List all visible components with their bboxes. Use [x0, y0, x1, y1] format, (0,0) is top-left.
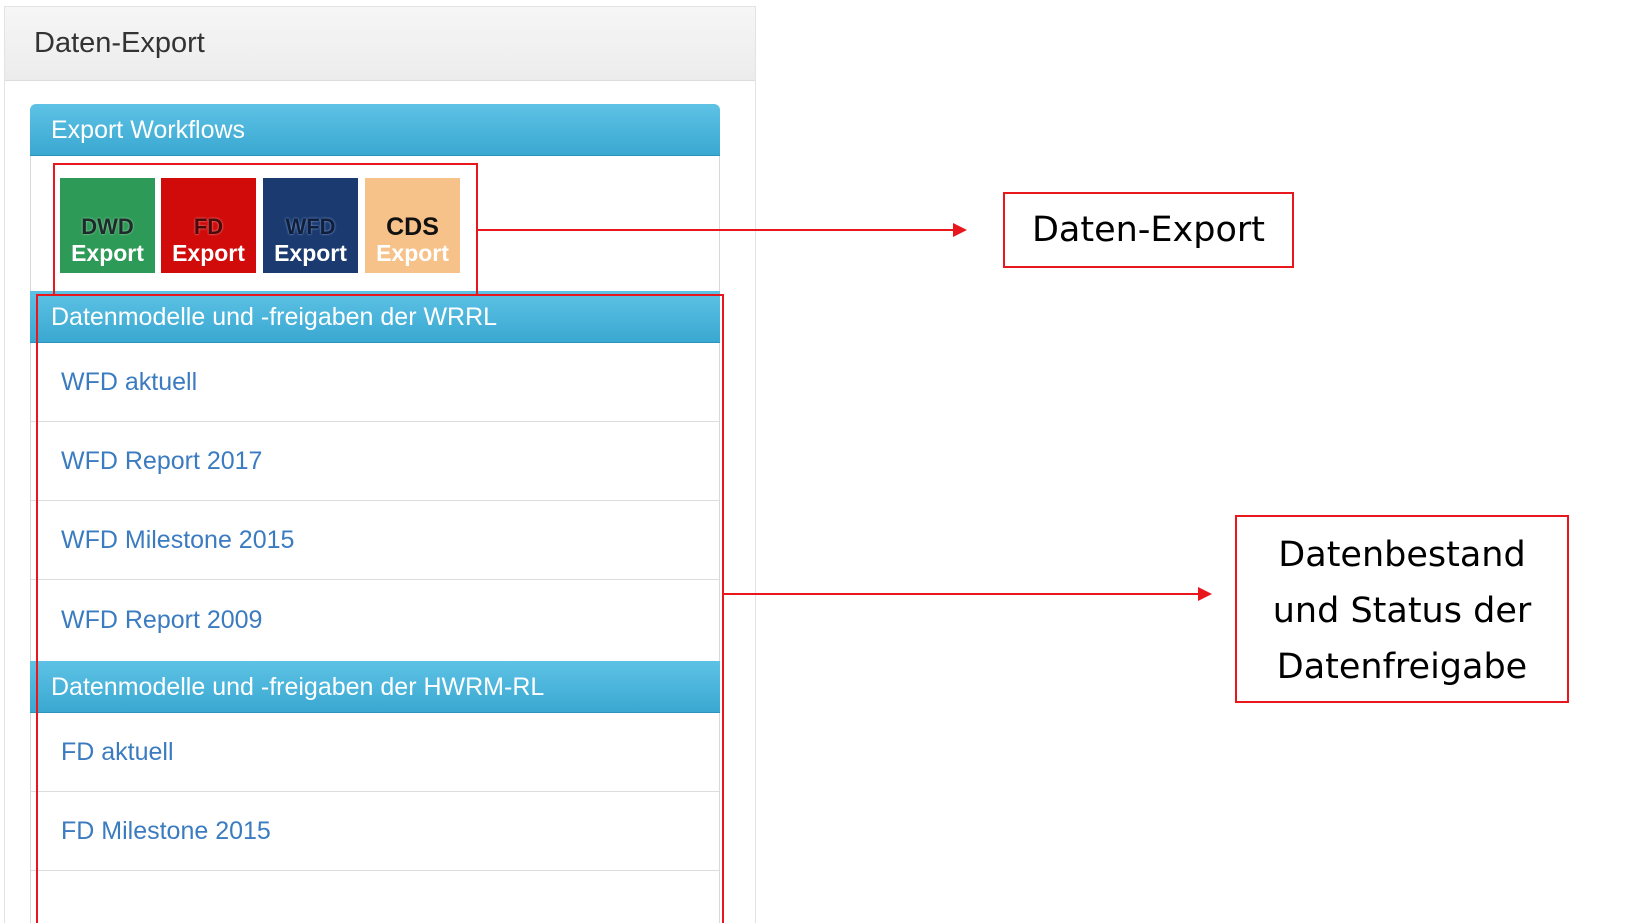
arrow-head-status: [1198, 587, 1212, 601]
list-item-partial: [30, 871, 720, 923]
fd-export-line1: FD: [193, 214, 224, 239]
arrow-to-status-callout: [724, 593, 1198, 595]
wfd-export-line2: Export: [274, 240, 347, 266]
cds-export-button[interactable]: CDS Export: [365, 178, 460, 273]
callout-line-1: Datenbestand: [1278, 535, 1526, 575]
cds-export-line2: Export: [376, 240, 449, 266]
panel-heading: Daten-Export: [5, 7, 755, 81]
fd-export-line2: Export: [172, 240, 245, 266]
dwd-export-button[interactable]: DWD Export: [60, 178, 155, 273]
cds-export-line1: CDS: [386, 213, 439, 241]
list-item-fd-aktuell[interactable]: FD aktuell: [30, 713, 720, 792]
callout-line-3: Datenfreigabe: [1276, 647, 1528, 687]
fd-export-button[interactable]: FD Export: [161, 178, 256, 273]
arrow-to-export-callout: [478, 229, 953, 231]
list-item-wfd-milestone-2015[interactable]: WFD Milestone 2015: [30, 501, 720, 580]
arrow-head-export: [953, 223, 967, 237]
wfd-export-button[interactable]: WFD Export: [263, 178, 358, 273]
hwrm-section-header: Datenmodelle und -freigaben der HWRM-RL: [30, 661, 720, 713]
list-item-wfd-report-2017[interactable]: WFD Report 2017: [30, 422, 720, 501]
dwd-export-line1: DWD: [81, 214, 134, 239]
list-item-wfd-aktuell[interactable]: WFD aktuell: [30, 343, 720, 422]
wfd-export-line1: WFD: [285, 214, 336, 239]
callout-daten-export: Daten-Export: [1003, 192, 1294, 268]
panel-title: Daten-Export: [34, 27, 205, 59]
list-item-wfd-report-2009[interactable]: WFD Report 2009: [30, 580, 720, 661]
list-item-fd-milestone-2015[interactable]: FD Milestone 2015: [30, 792, 720, 871]
callout-datenbestand: Datenbestand und Status der Datenfreigab…: [1235, 515, 1569, 703]
export-workflows-header: Export Workflows: [30, 104, 720, 156]
dwd-export-line2: Export: [71, 240, 144, 266]
wrrl-section-header: Datenmodelle und -freigaben der WRRL: [30, 291, 720, 343]
callout-line-2: und Status der: [1272, 591, 1532, 631]
